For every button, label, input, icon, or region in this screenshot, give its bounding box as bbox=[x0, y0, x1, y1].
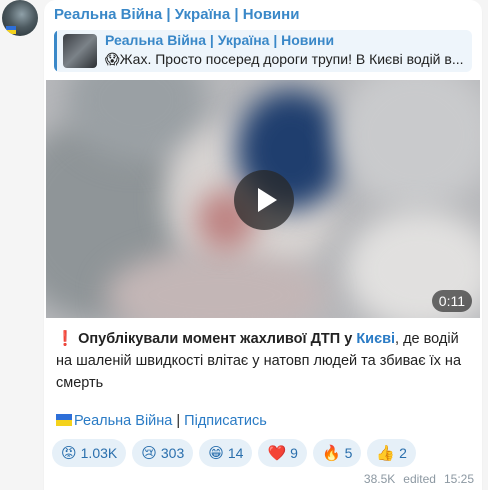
edited-label: edited bbox=[403, 472, 436, 486]
reply-accent-bar bbox=[54, 30, 57, 72]
ukraine-flag-icon bbox=[6, 26, 16, 34]
reaction-angry[interactable]: 😡 1.03K bbox=[52, 439, 127, 467]
reply-channel-name: Реальна Війна | Україна | Новини bbox=[105, 32, 335, 48]
reaction-count: 9 bbox=[290, 445, 298, 461]
thumbs-up-icon: 👍 bbox=[376, 445, 396, 462]
ukraine-flag-icon bbox=[56, 414, 72, 426]
message-time: 15:25 bbox=[443, 472, 474, 486]
video-player[interactable]: 0:11 bbox=[46, 80, 480, 318]
fire-icon: 🔥 bbox=[321, 445, 341, 462]
view-count: 38.5K bbox=[363, 472, 396, 486]
message-bubble: Реальна Війна | Україна | Новини Реальна… bbox=[44, 0, 482, 490]
reaction-grin[interactable]: 😁 14 bbox=[199, 439, 253, 467]
play-button[interactable] bbox=[234, 170, 294, 230]
reaction-count: 2 bbox=[399, 445, 407, 461]
signature-separator: | bbox=[172, 413, 185, 429]
city-link[interactable]: Києві bbox=[356, 331, 395, 347]
reaction-count: 14 bbox=[227, 445, 244, 461]
reaction-count: 303 bbox=[160, 445, 185, 461]
reactions-bar: 😡 1.03K 😢 303 😁 14 ❤️ 9 🔥 5 👍 2 bbox=[52, 439, 422, 467]
angry-face-icon: 😡 bbox=[61, 445, 77, 462]
signature: Реальна Війна | Підписатись bbox=[56, 413, 267, 429]
reaction-crying[interactable]: 😢 303 bbox=[132, 439, 194, 467]
channel-link[interactable]: Реальна Війна bbox=[74, 413, 172, 429]
reaction-thumbs-up[interactable]: 👍 2 bbox=[367, 439, 416, 467]
reply-text: 😱Жах. Просто посеред дороги трупи! В Киє… bbox=[105, 51, 464, 67]
reaction-heart[interactable]: ❤️ 9 bbox=[258, 439, 307, 467]
crying-face-icon: 😢 bbox=[141, 445, 157, 462]
heart-icon: ❤️ bbox=[267, 445, 287, 462]
reaction-count: 1.03K bbox=[80, 445, 118, 461]
subscribe-link[interactable]: Підписатись bbox=[184, 413, 267, 429]
message-footer: 38.5K edited 15:25 bbox=[356, 472, 474, 486]
message-bold-text: Опублікували момент жахливої ДТП у bbox=[78, 331, 357, 347]
reply-preview[interactable]: Реальна Війна | Україна | Новини 😱Жах. П… bbox=[54, 30, 472, 72]
message-text: ❗ Опублікували момент жахливої ДТП у Киє… bbox=[56, 328, 466, 394]
channel-avatar[interactable] bbox=[2, 0, 38, 36]
reaction-count: 5 bbox=[344, 445, 353, 461]
exclamation-icon: ❗ bbox=[56, 331, 75, 347]
channel-name[interactable]: Реальна Війна | Україна | Новини bbox=[54, 6, 299, 23]
play-icon bbox=[258, 188, 277, 212]
grinning-face-icon: 😁 bbox=[208, 445, 224, 462]
reply-thumbnail bbox=[63, 34, 97, 68]
reaction-fire[interactable]: 🔥 5 bbox=[312, 439, 362, 467]
video-duration: 0:11 bbox=[431, 290, 472, 312]
